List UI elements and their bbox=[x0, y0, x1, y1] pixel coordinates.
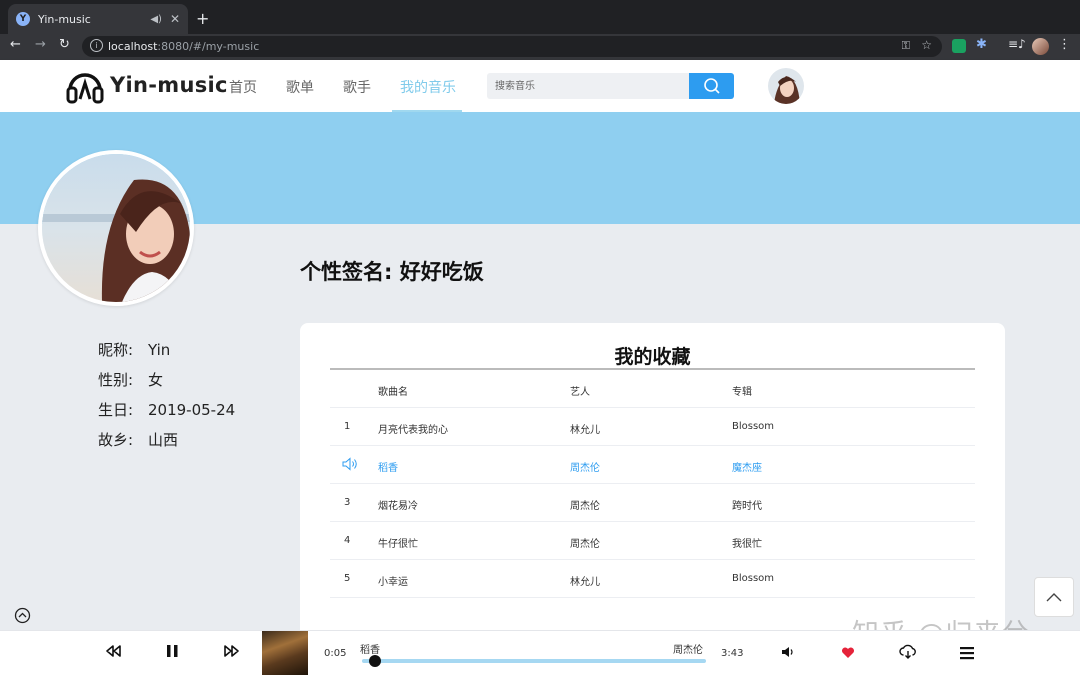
playlist-menu-icon[interactable] bbox=[960, 646, 974, 660]
key-icon[interactable]: ⚿ bbox=[902, 39, 910, 53]
like-heart-icon[interactable] bbox=[841, 647, 855, 659]
browser-menu-icon[interactable]: ⋮ bbox=[1058, 37, 1071, 52]
info-gender: 性别: 女 bbox=[98, 371, 164, 389]
user-avatar[interactable] bbox=[768, 68, 804, 104]
nav-singers[interactable]: 歌手 bbox=[343, 77, 371, 97]
nav-home[interactable]: 首页 bbox=[229, 77, 257, 97]
scroll-to-top-button[interactable] bbox=[1034, 577, 1074, 617]
previous-icon[interactable] bbox=[105, 644, 121, 658]
site-favicon-icon: Y bbox=[16, 12, 30, 26]
playing-speaker-icon bbox=[342, 457, 357, 471]
player-singer-name: 周杰伦 bbox=[673, 645, 703, 656]
browser-tab[interactable]: Y Yin-music ◀) ✕ bbox=[8, 4, 188, 34]
search-icon bbox=[703, 78, 720, 94]
new-tab-icon[interactable]: + bbox=[196, 9, 209, 28]
collapse-player-icon[interactable] bbox=[14, 607, 31, 624]
extension-shield-icon[interactable] bbox=[952, 39, 966, 53]
logo-text[interactable]: Yin-music bbox=[110, 73, 228, 97]
next-icon[interactable] bbox=[224, 644, 240, 658]
table-row[interactable]: 5 小幸运 林允儿 Blossom bbox=[330, 560, 975, 598]
url-text[interactable]: localhost:8080/#/my-music bbox=[108, 40, 259, 53]
info-hometown: 故乡: 山西 bbox=[98, 431, 179, 449]
favorites-card: 我的收藏 歌曲名 艺人 专辑 1 月亮代表我的心 林允儿 Blossom 稻香 … bbox=[300, 323, 1005, 643]
profile-avatar bbox=[38, 150, 194, 306]
col-album: 专辑 bbox=[732, 387, 752, 398]
bookmark-star-icon[interactable]: ☆ bbox=[921, 38, 932, 52]
table-header: 歌曲名 艺人 专辑 bbox=[330, 370, 975, 408]
table-row-playing[interactable]: 稻香 周杰伦 魔杰座 bbox=[330, 446, 975, 484]
favorites-title: 我的收藏 bbox=[614, 346, 691, 368]
signature: 个性签名: 好好吃饭 bbox=[300, 260, 484, 284]
media-control-icon[interactable]: ≡♪ bbox=[1008, 37, 1026, 51]
address-bar[interactable]: i localhost:8080/#/my-music ⚿ ☆ bbox=[82, 36, 942, 57]
extension-puzzle-icon[interactable]: ✱ bbox=[976, 37, 990, 52]
current-time: 0:05 bbox=[324, 648, 347, 659]
forward-icon[interactable]: → bbox=[35, 37, 46, 52]
pause-icon[interactable] bbox=[166, 644, 179, 658]
music-player: 0:05 稻香 周杰伦 3:43 bbox=[0, 630, 1080, 675]
volume-icon[interactable] bbox=[781, 646, 795, 658]
search-button[interactable] bbox=[689, 73, 734, 99]
progress-bar[interactable] bbox=[362, 659, 706, 663]
tab-close-icon[interactable]: ✕ bbox=[170, 12, 180, 26]
browser-toolbar: ← → ↻ i localhost:8080/#/my-music ⚿ ☆ ✱ … bbox=[0, 34, 1080, 60]
table-row[interactable]: 4 牛仔很忙 周杰伦 我很忙 bbox=[330, 522, 975, 560]
table-row[interactable]: 1 月亮代表我的心 林允儿 Blossom bbox=[330, 408, 975, 446]
table-row[interactable]: 3 烟花易冷 周杰伦 跨时代 bbox=[330, 484, 975, 522]
search-input[interactable] bbox=[487, 73, 689, 99]
chevron-up-icon bbox=[1046, 593, 1062, 602]
site-info-icon[interactable]: i bbox=[90, 39, 103, 52]
back-icon[interactable]: ← bbox=[10, 37, 21, 52]
browser-profile-avatar[interactable] bbox=[1032, 38, 1049, 55]
info-birthday: 生日: 2019-05-24 bbox=[98, 401, 236, 419]
download-cloud-icon[interactable] bbox=[899, 644, 917, 660]
info-nickname: 昵称: Yin bbox=[98, 341, 171, 359]
nav-playlists[interactable]: 歌单 bbox=[286, 77, 314, 97]
nav-my-music[interactable]: 我的音乐 bbox=[400, 77, 456, 97]
col-song-name: 歌曲名 bbox=[378, 387, 408, 398]
reload-icon[interactable]: ↻ bbox=[59, 37, 70, 52]
headphones-logo-icon[interactable] bbox=[66, 68, 104, 104]
progress-handle[interactable] bbox=[368, 655, 381, 667]
total-time: 3:43 bbox=[721, 648, 744, 659]
player-song-name: 稻香 bbox=[360, 645, 380, 656]
tab-audio-icon[interactable]: ◀) bbox=[150, 14, 162, 25]
col-artist: 艺人 bbox=[570, 387, 590, 398]
browser-tab-bar: Y Yin-music ◀) ✕ + bbox=[0, 0, 1080, 34]
tab-title: Yin-music bbox=[38, 12, 91, 26]
app-header: Yin-music 首页 歌单 歌手 我的音乐 bbox=[0, 60, 1080, 112]
album-cover[interactable] bbox=[262, 631, 308, 675]
